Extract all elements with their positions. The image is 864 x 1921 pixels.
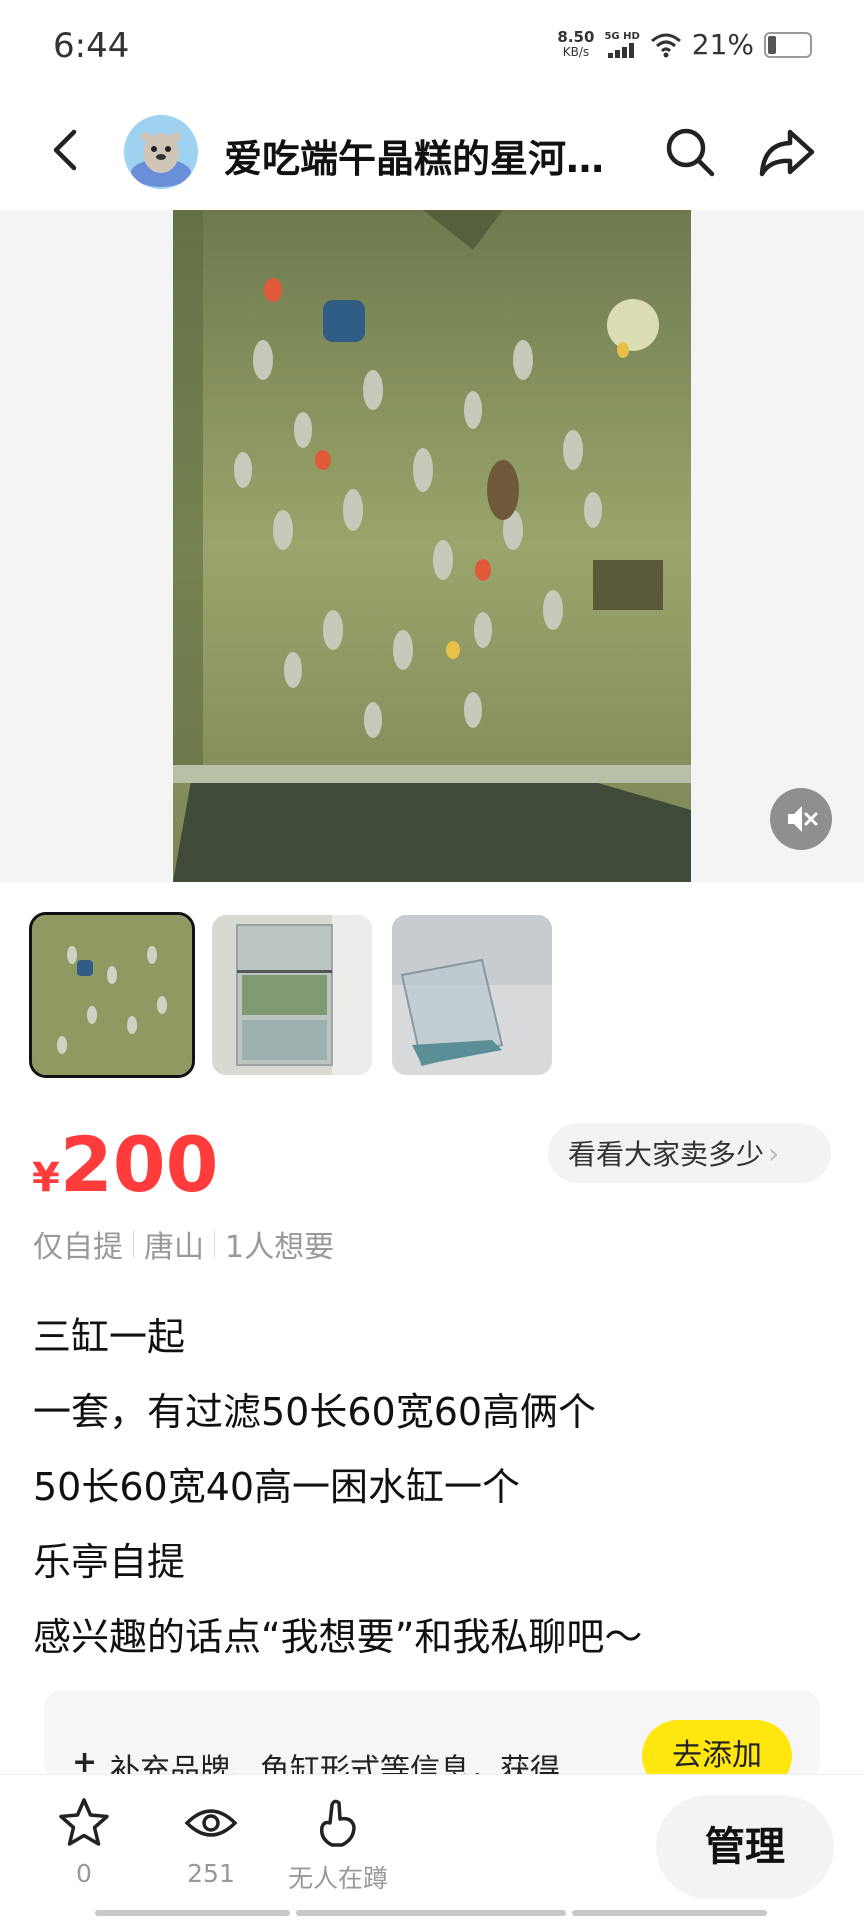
meta-pickup: 仅自提 [33, 1230, 123, 1265]
description-line: 感兴趣的话点“我想要”和我私聊吧～ [33, 1615, 643, 1659]
description-line: 一套，有过滤50长60宽60高俩个 [33, 1390, 597, 1434]
thumbnail-1[interactable] [29, 912, 195, 1078]
meta-divider [133, 1230, 134, 1258]
meta-wants: 1人想要 [225, 1230, 335, 1265]
add-info-tip-card: + 补充品牌、鱼缸形式等信息，获得… 去添加 [44, 1690, 820, 1780]
view-count: 251 [187, 1859, 235, 1888]
status-indicators: 8.50 KB/s 5G HD 21% [557, 28, 812, 61]
nudge-label: 无人在蹲 [287, 1864, 388, 1893]
home-indicator [95, 1910, 290, 1916]
compare-prices-button[interactable]: 看看大家卖多少 › [548, 1123, 831, 1183]
add-info-button[interactable]: 去添加 [642, 1720, 792, 1780]
meta-divider [214, 1230, 215, 1258]
signal-icon: 5G HD [604, 31, 640, 58]
bottom-action-bar: 0 251 无人在蹲 管理 [0, 1774, 864, 1921]
status-time: 6:44 [53, 26, 130, 66]
meta-location: 唐山 [144, 1230, 204, 1265]
network-speed: 8.50 KB/s [557, 27, 595, 60]
favorite-button[interactable]: 0 [24, 1795, 144, 1888]
battery-icon [764, 31, 812, 58]
currency-symbol: ¥ [32, 1155, 60, 1201]
favorite-count: 0 [76, 1859, 92, 1888]
description-line: 50长60宽40高一困水缸一个 [33, 1465, 521, 1509]
seller-name[interactable]: 爱吃端午晶糕的星河… [224, 128, 614, 183]
signal-label: 5G HD [604, 31, 640, 42]
home-indicator [296, 1910, 566, 1916]
home-indicator [572, 1910, 767, 1916]
network-speed-value: 8.50 [557, 27, 595, 46]
mute-icon [788, 806, 818, 832]
description-line: 三缸一起 [33, 1315, 186, 1359]
price-amount: 200 [59, 1120, 219, 1209]
manage-button[interactable]: 管理 [656, 1795, 834, 1899]
status-bar: 6:44 8.50 KB/s 5G HD 21% [0, 0, 864, 95]
main-image-area[interactable] [0, 210, 864, 882]
price: ¥200 [32, 1120, 219, 1209]
nudge-button[interactable]: 无人在蹲 [278, 1795, 398, 1895]
seller-avatar[interactable] [124, 115, 198, 189]
battery-percent: 21% [691, 28, 754, 61]
search-icon[interactable] [662, 124, 718, 180]
wifi-icon [650, 33, 681, 57]
share-icon[interactable] [756, 124, 816, 180]
eye-icon [184, 1809, 238, 1837]
thumbnail-strip [29, 912, 552, 1078]
thumbnail-3[interactable] [392, 915, 552, 1075]
chevron-right-icon: › [768, 1136, 780, 1170]
item-description: 三缸一起 一套，有过滤50长60宽60高俩个 50长60宽40高一困水缸一个 乐… [33, 1300, 642, 1675]
network-speed-unit: KB/s [562, 44, 590, 59]
compare-prices-label: 看看大家卖多少 [568, 1138, 765, 1171]
thumbnail-2[interactable] [212, 915, 372, 1075]
listing-meta: 仅自提 唐山 1人想要 [33, 1222, 334, 1266]
views-stat: 251 [151, 1795, 271, 1888]
description-line: 乐亭自提 [33, 1540, 186, 1584]
back-arrow-icon[interactable] [40, 122, 96, 178]
mute-toggle[interactable] [770, 788, 832, 850]
star-icon [59, 1798, 109, 1846]
top-nav: 爱吃端午晶糕的星河… [0, 100, 864, 210]
hand-gesture-icon [319, 1799, 356, 1847]
main-product-photo[interactable] [173, 210, 691, 882]
